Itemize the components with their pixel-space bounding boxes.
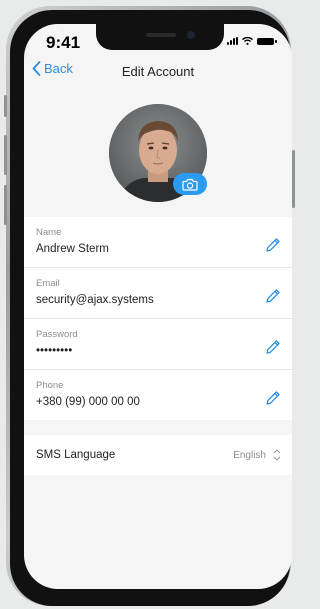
name-value: Andrew Sterm	[36, 243, 109, 255]
notch	[96, 24, 224, 50]
pencil-icon[interactable]	[264, 287, 282, 305]
email-label: Email	[36, 278, 60, 289]
phone-label: Phone	[36, 380, 64, 391]
password-value: •••••••••	[36, 345, 73, 357]
phone-screen: 9:41 Back Edit Account Name Andrew Sterm…	[24, 24, 292, 589]
email-value: security@ajax.systems	[36, 294, 154, 306]
signal-icon	[227, 37, 238, 45]
pencil-icon[interactable]	[264, 338, 282, 356]
volume-up-button	[4, 135, 7, 175]
camera-icon	[182, 178, 198, 191]
wifi-icon	[242, 37, 253, 45]
speaker	[146, 33, 176, 37]
sms-language-select[interactable]: SMS Language English	[24, 435, 292, 475]
mute-switch	[4, 95, 7, 117]
account-fields: Name Andrew Sterm Email security@ajax.sy…	[24, 217, 292, 420]
front-camera	[187, 31, 195, 39]
name-field[interactable]: Name Andrew Sterm	[24, 217, 292, 268]
status-icons	[227, 37, 277, 45]
battery-icon	[257, 37, 277, 45]
password-field[interactable]: Password •••••••••	[24, 319, 292, 370]
power-button	[292, 150, 295, 208]
pencil-icon[interactable]	[264, 236, 282, 254]
sms-language-value: English	[233, 450, 266, 461]
password-label: Password	[36, 329, 78, 340]
status-time: 9:41	[46, 33, 81, 52]
change-photo-button[interactable]	[173, 173, 207, 195]
name-label: Name	[36, 227, 62, 238]
pencil-icon[interactable]	[264, 389, 282, 407]
sms-language-label: SMS Language	[36, 449, 116, 461]
phone-value: +380 (99) 000 00 00	[36, 396, 140, 408]
nav-bar: Back Edit Account	[24, 58, 292, 86]
page-title: Edit Account	[121, 64, 195, 79]
email-field[interactable]: Email security@ajax.systems	[24, 268, 292, 319]
phone-field[interactable]: Phone +380 (99) 000 00 00	[24, 370, 292, 420]
volume-down-button	[4, 185, 7, 225]
chevron-up-down-icon	[273, 449, 281, 461]
avatar-section	[24, 89, 292, 217]
